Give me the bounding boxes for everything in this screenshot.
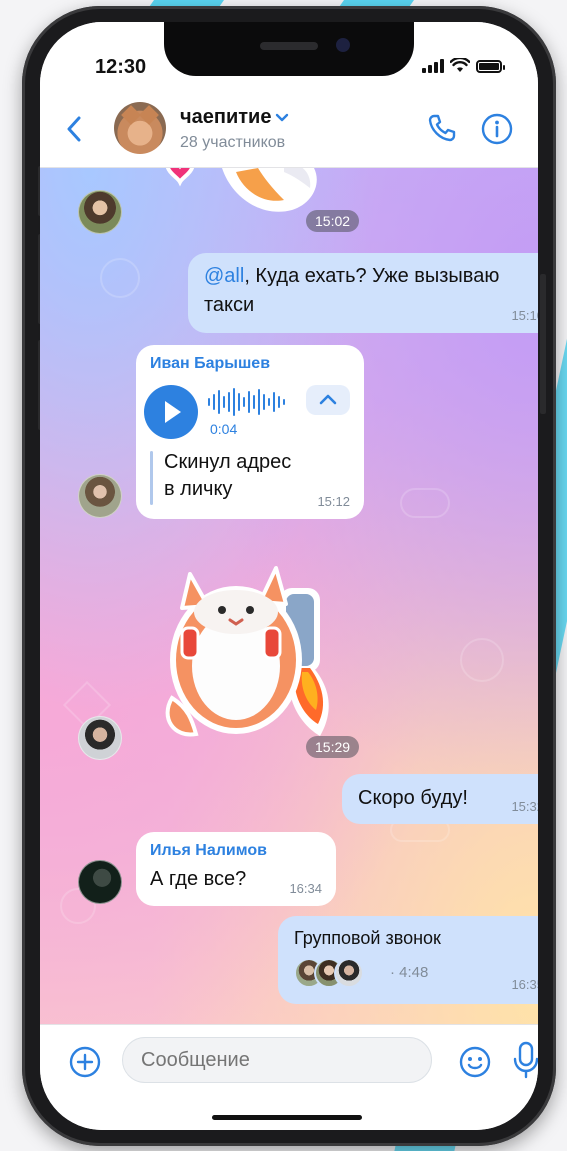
signal-icon — [422, 59, 444, 73]
fox-sticker-image — [165, 168, 317, 212]
chat-avatar[interactable] — [114, 102, 166, 154]
info-button[interactable] — [480, 112, 514, 151]
phone-screen: 12:30 чаепитие 28 участников 15:02 @all,… — [40, 22, 538, 1130]
transcript-text: в личку — [164, 478, 233, 500]
play-button[interactable] — [144, 385, 198, 439]
cat-jetpack-sticker[interactable] — [152, 548, 352, 748]
voice-record-button[interactable] — [512, 1041, 538, 1084]
chevron-down-icon — [276, 113, 289, 121]
message-composer — [40, 1024, 538, 1130]
message-text: такси — [204, 294, 255, 316]
avatar — [334, 958, 364, 988]
mention-link[interactable]: @all — [204, 265, 244, 287]
smile-icon — [459, 1046, 491, 1078]
chat-members-count: 28 участников — [180, 134, 286, 151]
home-indicator[interactable] — [212, 1115, 362, 1120]
call-duration: · 4:48 — [390, 964, 429, 981]
voice-duration: 0:04 — [210, 421, 238, 437]
speaker — [260, 42, 318, 50]
camera — [336, 38, 350, 52]
message-time: 15:10 — [511, 308, 538, 323]
sticker-time: 15:02 — [306, 210, 360, 232]
message-input[interactable] — [122, 1037, 432, 1083]
message-time: 16:35 — [511, 977, 538, 992]
message-text: А где все? — [150, 868, 247, 890]
avatar[interactable] — [78, 860, 122, 904]
chevron-left-icon — [67, 116, 81, 142]
fox-sticker[interactable] — [152, 168, 332, 228]
back-button[interactable] — [66, 116, 82, 147]
chat-title[interactable]: чаепитие — [180, 106, 289, 129]
avatar[interactable] — [78, 474, 122, 518]
status-time: 12:30 — [95, 56, 147, 78]
message-time: 16:34 — [289, 881, 322, 896]
power-button — [540, 274, 546, 414]
emoji-button[interactable] — [458, 1045, 492, 1084]
incoming-message[interactable]: Илья Налимов А где все? 16:34 — [136, 832, 336, 906]
group-call-message[interactable]: Групповой звонок · 4:48 16:35 — [278, 916, 538, 1004]
avatar[interactable] — [78, 716, 122, 760]
sender-name[interactable]: Иван Барышев — [150, 355, 270, 373]
message-text: Скоро буду! — [358, 787, 468, 809]
attach-button[interactable] — [68, 1045, 102, 1084]
plus-circle-icon — [69, 1046, 101, 1078]
outgoing-message[interactable]: @all, Куда ехать? Уже вызываю такси 15:1… — [188, 253, 538, 333]
message-text: , Куда ехать? Уже вызываю — [244, 265, 500, 287]
sticker-time: 15:29 — [306, 736, 360, 758]
chevron-up-icon — [319, 394, 337, 405]
info-icon — [481, 113, 513, 145]
incoming-voice-message[interactable]: Иван Барышев 0:04 Скинул адрес в личку 1… — [136, 345, 364, 519]
call-participants — [294, 958, 364, 988]
sender-name[interactable]: Илья Налимов — [150, 842, 267, 860]
transcript-text: Скинул адрес — [164, 451, 292, 473]
phone-icon — [428, 114, 456, 142]
message-time: 15:32 — [511, 799, 538, 814]
voice-waveform[interactable] — [208, 387, 285, 417]
notch — [164, 22, 414, 76]
outgoing-message[interactable]: Скоро буду! 15:32 — [342, 774, 538, 824]
transcript-quote-bar — [150, 451, 153, 505]
group-call-title: Групповой звонок — [294, 928, 441, 948]
call-button[interactable] — [426, 112, 458, 149]
battery-icon — [476, 60, 505, 73]
status-icons — [422, 58, 505, 73]
phone-frame: 12:30 чаепитие 28 участников 15:02 @all,… — [22, 6, 556, 1146]
message-time: 15:12 — [317, 494, 350, 509]
chat-header: чаепитие 28 участников — [40, 92, 538, 168]
cat-sticker-image — [165, 566, 329, 737]
wifi-icon — [450, 58, 470, 72]
transcript-toggle-button[interactable] — [306, 385, 350, 415]
avatar[interactable] — [78, 190, 122, 234]
microphone-icon — [513, 1041, 538, 1079]
chat-title-text: чаепитие — [180, 106, 272, 128]
chat-area[interactable]: 15:02 @all, Куда ехать? Уже вызываю такс… — [40, 168, 538, 1024]
